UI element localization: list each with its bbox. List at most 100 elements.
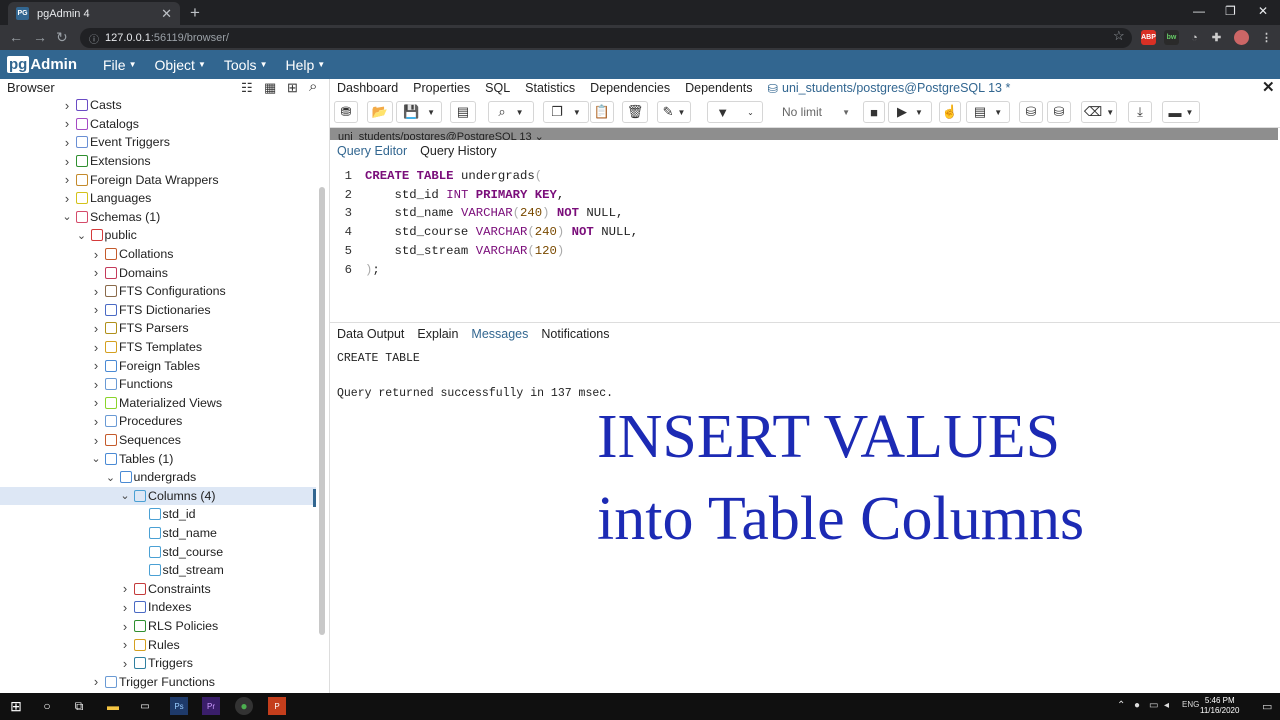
tree-node[interactable]: › FTS Configurations [0,282,316,301]
menu-tools[interactable]: Tools ▼ [224,57,268,73]
chevron-down-icon[interactable]: ⌄ [77,229,87,242]
tree-node[interactable]: › FTS Dictionaries [0,301,316,320]
tree-node[interactable]: › Domains [0,263,316,282]
database-switch-button[interactable]: ⛃ [334,101,358,123]
info-icon[interactable]: ⓘ [89,31,99,46]
chevron-right-icon[interactable]: › [120,656,130,671]
tree-node[interactable]: › Constraints [0,580,316,599]
chevron-right-icon[interactable]: › [120,637,130,652]
tree-node[interactable]: › Languages [0,189,316,208]
tree-node[interactable]: std_stream [0,561,316,580]
language-indicator[interactable]: ENG [1182,700,1199,709]
reload-icon[interactable]: ↻ [56,29,68,46]
tree-node[interactable]: ⌄ undergrads [0,468,316,487]
windows-start-icon[interactable]: ⊞ [7,697,25,715]
edit-grid-button[interactable]: ▤ [450,101,476,123]
chevron-right-icon[interactable]: › [62,98,72,113]
chevron-right-icon[interactable]: › [91,395,101,410]
chevron-right-icon[interactable]: › [62,154,72,169]
tray-chevron-up-icon[interactable]: ⌃ [1117,700,1125,711]
chevron-right-icon[interactable]: › [120,581,130,596]
chevron-right-icon[interactable]: › [91,340,101,355]
tab-query-history[interactable]: Query History [420,144,496,162]
tab-messages[interactable]: Messages [471,327,528,345]
edit-button[interactable]: ✎ ▼ [657,101,691,123]
open-file-button[interactable]: 📂 [367,101,393,123]
save-file-button[interactable]: 💾 ▼ [396,101,442,123]
explain-button[interactable]: ☝ [939,101,961,123]
window-close-icon[interactable]: ✕ [1258,4,1268,18]
tree-node[interactable]: ⌄ Schemas (1) [0,208,316,227]
code-line[interactable]: CREATE TABLE undergrads( [365,169,542,183]
tab-dependencies[interactable]: Dependencies [590,81,670,95]
extension-icon[interactable]: ◔ [1187,30,1202,45]
extensions-puzzle-icon[interactable]: ✚ [1209,30,1224,45]
menu-help[interactable]: Help ▼ [285,57,325,73]
tab-data-output[interactable]: Data Output [337,327,404,345]
file-explorer-icon[interactable]: ▬ [104,697,122,715]
chevron-right-icon[interactable]: › [91,265,101,280]
chevron-right-icon[interactable]: › [62,116,72,131]
tree-node[interactable]: › Collations [0,245,316,264]
search-icon[interactable]: ○ [38,697,56,715]
tab-query-editor[interactable]: Query Editor [337,144,407,162]
tab-notifications[interactable]: Notifications [541,327,609,345]
chevron-right-icon[interactable]: › [91,674,101,689]
adblock-extension-icon[interactable]: ABP [1141,30,1156,45]
macros-button[interactable]: ▬ ▼ [1162,101,1200,123]
commit-button[interactable]: ⛁ [1019,101,1043,123]
code-line[interactable]: std_name VARCHAR(240) NOT NULL, [365,206,624,220]
extension-icon[interactable]: bw [1164,30,1179,45]
download-button[interactable]: ⤓ [1128,101,1152,123]
limit-select[interactable]: No limit ▼ [770,101,854,123]
tab-dependents[interactable]: Dependents [685,81,752,95]
tree-node[interactable]: › Catalogs [0,115,316,134]
tree-node[interactable]: › Foreign Data Wrappers [0,170,316,189]
new-tab-icon[interactable]: + [190,3,200,23]
search-icon[interactable]: ⌕ [309,78,317,95]
notification-icon[interactable]: ▭ [1262,700,1272,713]
tab-dashboard[interactable]: Dashboard [337,81,398,95]
back-icon[interactable]: ← [9,29,23,45]
menu-file[interactable]: File ▼ [103,57,136,73]
chevron-down-icon[interactable]: ⌄ [120,489,130,502]
profile-avatar[interactable] [1234,30,1249,45]
photoshop-icon[interactable]: Ps [170,697,188,715]
tree-node[interactable]: › Sequences [0,431,316,450]
tab-explain[interactable]: Explain [417,327,458,345]
tree-node[interactable]: › Procedures [0,412,316,431]
chevron-right-icon[interactable]: › [120,619,130,634]
chevron-right-icon[interactable]: › [91,284,101,299]
tree-node[interactable]: ⌄ Columns (4) [0,486,316,506]
tree-node[interactable]: › Trigger Functions [0,673,316,692]
paste-button[interactable]: 📋 [590,101,614,123]
system-clock[interactable]: 5:46 PM 11/16/2020 [1200,696,1239,716]
code-line[interactable]: ); [365,263,380,277]
rollback-button[interactable]: ⛁ [1047,101,1071,123]
editor-output-splitter[interactable] [330,322,1280,323]
forward-icon[interactable]: → [33,29,47,45]
tree-node[interactable]: std_course [0,542,316,561]
filter-rows-icon[interactable]: ⊞ [287,80,298,96]
maximize-icon[interactable]: ❐ [1225,4,1236,18]
sql-editor[interactable]: 1 CREATE TABLE undergrads(2 std_id INT PR… [330,167,1278,317]
object-properties-icon[interactable]: ☷ [241,80,253,96]
tab-query-tool[interactable]: ⛁ uni_students/postgres@PostgreSQL 13 * [768,81,1011,96]
tree-node[interactable]: ⌄ public [0,226,316,245]
chevron-down-icon[interactable]: ⌄ [62,210,72,223]
view-data-icon[interactable]: ▦ [264,80,276,96]
chevron-right-icon[interactable]: › [62,172,72,187]
chevron-down-icon[interactable]: ⌄ [91,452,101,465]
browser-tab[interactable]: PG pgAdmin 4 ✕ [8,2,180,25]
tree-node[interactable]: › RLS Policies [0,617,316,636]
url-input[interactable]: ⓘ 127.0.0.1 :56119/browser/ [80,28,1132,48]
delete-button[interactable]: 🗑 [622,101,648,123]
copy-button[interactable]: ❐ ▼ [543,101,589,123]
code-line[interactable]: std_stream VARCHAR(120) [365,244,565,258]
code-line[interactable]: std_id INT PRIMARY KEY, [365,188,565,202]
chevron-down-icon[interactable]: ⌄ [106,471,116,484]
chevron-right-icon[interactable]: › [91,321,101,336]
execute-button[interactable]: ▶ ▼ [888,101,932,123]
tree-node[interactable]: ⌄ Tables (1) [0,449,316,468]
chevron-right-icon[interactable]: › [120,600,130,615]
